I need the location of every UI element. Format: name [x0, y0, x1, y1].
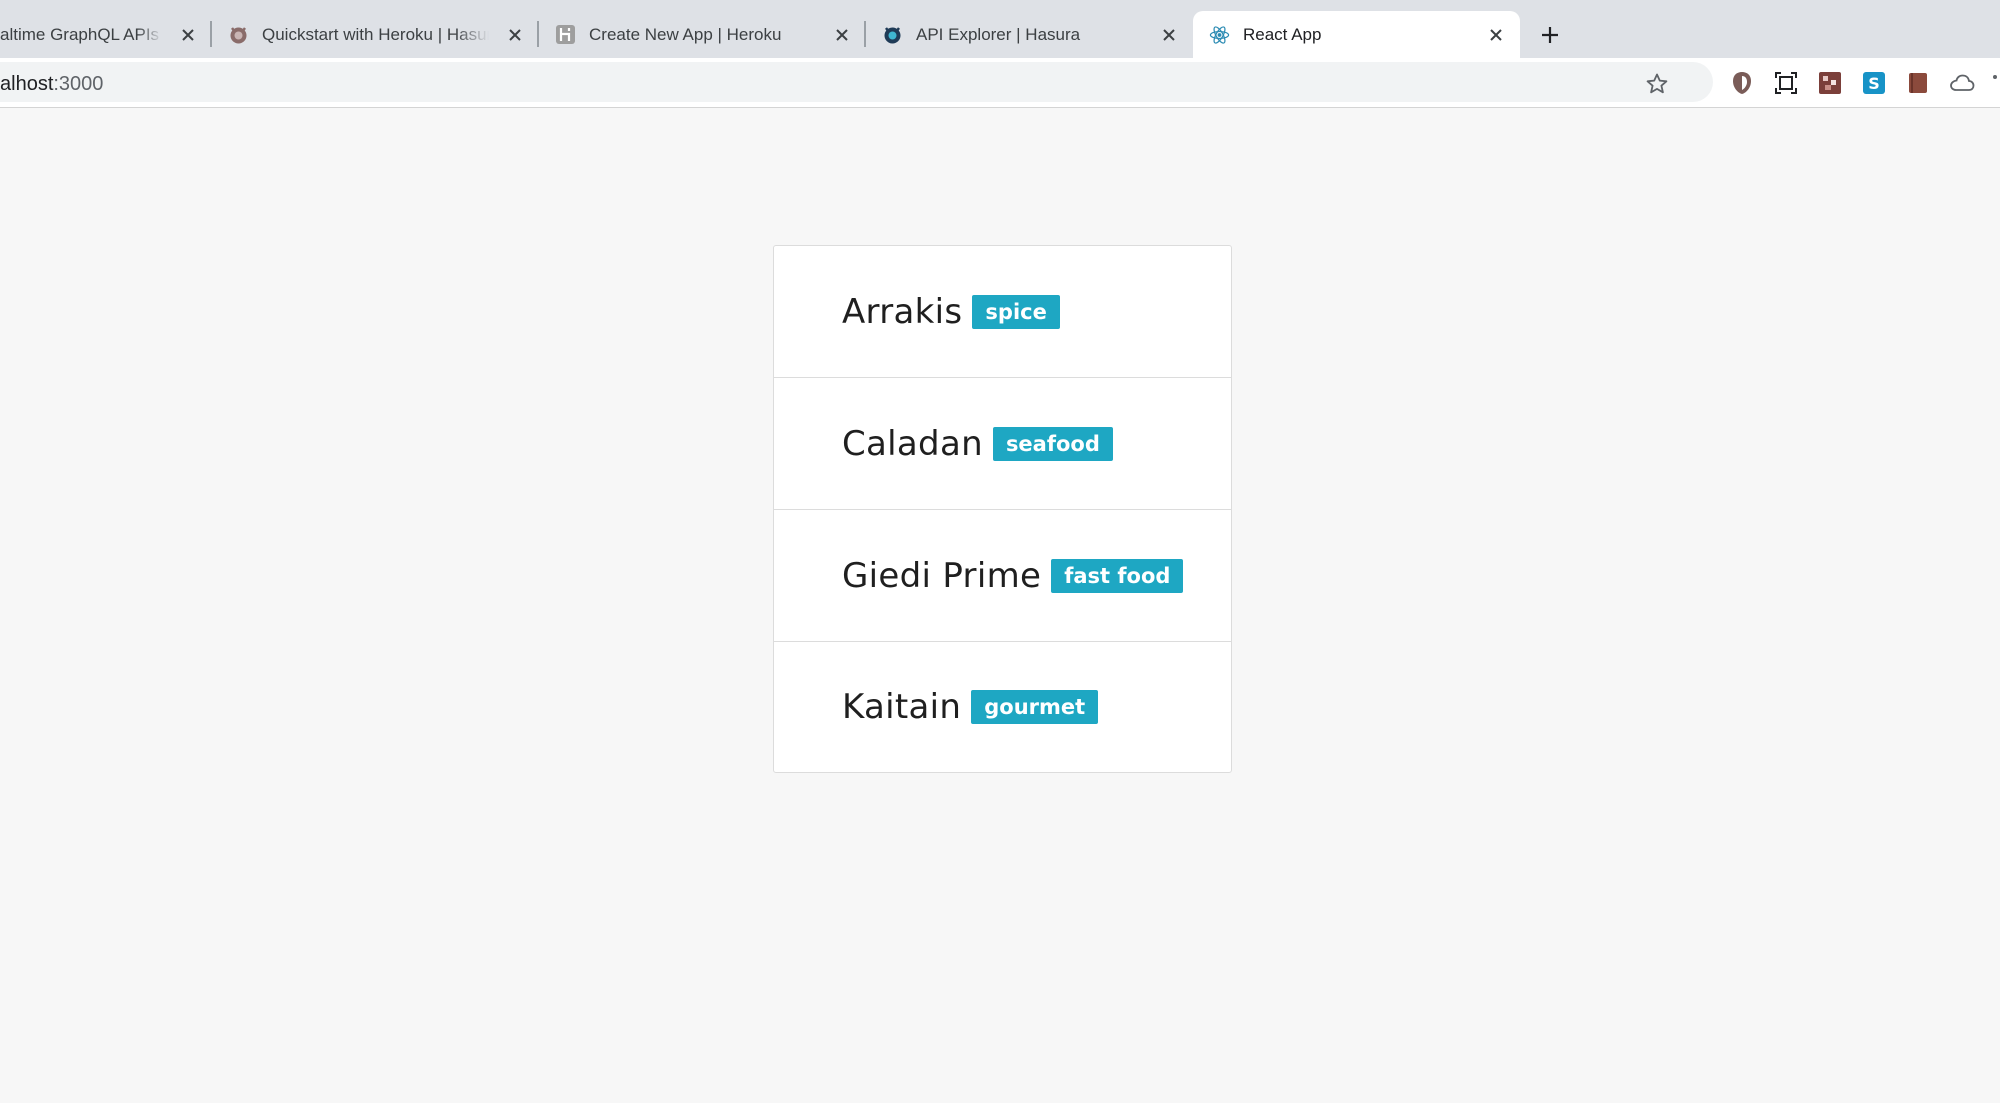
location-name: Arrakis [842, 291, 963, 332]
close-icon[interactable] [1485, 24, 1506, 45]
react-icon [1209, 24, 1230, 45]
url-host: alhost [0, 73, 54, 95]
food-tag: gourmet [971, 690, 1099, 724]
url-text[interactable]: alhost:3000 [0, 72, 103, 96]
screenshot-extension-icon[interactable] [1773, 70, 1799, 96]
more-icon[interactable] [1990, 70, 2000, 96]
cloud-extension-icon[interactable] [1949, 70, 1975, 96]
tab-api-explorer[interactable]: API Explorer | Hasura [866, 11, 1193, 58]
heroku-icon [555, 24, 576, 45]
tab-realtime-graphql[interactable]: altime GraphQL APIs o [0, 11, 212, 58]
hasura-icon [228, 24, 249, 45]
list-item: Kaitain gourmet [774, 642, 1231, 772]
plus-icon [1542, 27, 1558, 43]
book-extension-icon[interactable] [1905, 70, 1931, 96]
shield-extension-icon[interactable] [1729, 70, 1755, 96]
close-icon[interactable] [504, 24, 525, 45]
tab-react-app[interactable]: React App [1193, 11, 1520, 58]
browser-toolbar: alhost:3000 S [0, 58, 2000, 108]
food-tag: spice [972, 294, 1060, 329]
close-icon[interactable] [831, 24, 852, 45]
list-item: Arrakis spice [774, 246, 1231, 378]
tab-title: API Explorer | Hasura [916, 25, 1081, 44]
s-extension-icon[interactable]: S [1861, 70, 1887, 96]
hasura-icon [882, 24, 903, 45]
tab-title: altime GraphQL APIs o [0, 25, 162, 44]
close-icon[interactable] [1158, 24, 1179, 45]
food-tag: fast food [1051, 558, 1184, 593]
svg-text:S: S [1868, 74, 1880, 93]
list-item: Caladan seafood [774, 378, 1231, 510]
location-list: Arrakis spice Caladan seafood Giedi Prim… [773, 245, 1232, 773]
location-name: Caladan [842, 423, 983, 464]
tab-create-new-app[interactable]: Create New App | Heroku [539, 11, 866, 58]
pixel-extension-icon[interactable] [1817, 70, 1843, 96]
tab-title: Create New App | Heroku [589, 25, 782, 44]
new-tab-button[interactable] [1533, 18, 1567, 52]
url-port: :3000 [53, 73, 104, 95]
tab-quickstart-heroku[interactable]: Quickstart with Heroku | Hasura [212, 11, 539, 58]
tab-strip: altime GraphQL APIs o Quickstart with He… [0, 0, 2000, 58]
tab-title: Quickstart with Heroku | Hasura [262, 25, 489, 44]
list-item: Giedi Prime fast food [774, 510, 1231, 642]
bookmark-star-icon[interactable] [1645, 72, 1669, 96]
location-name: Giedi Prime [842, 555, 1042, 596]
location-name: Kaitain [842, 687, 962, 727]
address-bar[interactable]: alhost:3000 [0, 62, 1713, 102]
tab-title: React App [1243, 25, 1322, 44]
food-tag: seafood [992, 426, 1113, 461]
close-icon[interactable] [177, 24, 198, 45]
